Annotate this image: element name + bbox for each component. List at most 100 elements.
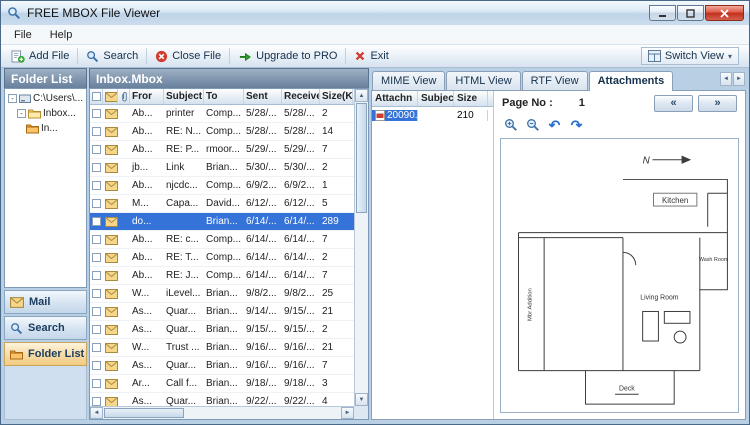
row-checkbox[interactable] xyxy=(90,145,103,154)
close-file-button[interactable]: Close File xyxy=(149,48,227,65)
email-row[interactable]: Ab... RE: N... Comp... 5/28/... 5/28/... 14 xyxy=(90,123,354,141)
zoom-in-button[interactable] xyxy=(502,117,519,133)
email-row[interactable]: do... Brian... 6/14/... 6/14/... 289 xyxy=(90,213,354,231)
row-checkbox[interactable] xyxy=(90,199,103,208)
row-checkbox[interactable] xyxy=(90,379,103,388)
scrollbar-thumb[interactable] xyxy=(104,408,184,418)
floorplan-north-label: N xyxy=(642,155,650,166)
undo-button[interactable]: ↶ xyxy=(546,117,563,133)
from-column-header[interactable]: Fror xyxy=(130,89,164,104)
attachment-subject-column-header[interactable]: Subject xyxy=(418,91,454,106)
close-button[interactable] xyxy=(705,5,744,21)
email-row[interactable]: Ab... RE: P... rmoor... 5/29/... 5/29/... 7 xyxy=(90,141,354,159)
tree-node[interactable]: - Inbox... xyxy=(5,106,86,121)
email-sent: 9/22/... xyxy=(246,396,277,406)
zoom-out-button[interactable] xyxy=(524,117,541,133)
tree-node[interactable]: In... xyxy=(5,121,86,136)
sent-column-header[interactable]: Sent xyxy=(244,89,282,104)
row-checkbox[interactable] xyxy=(90,253,103,262)
tab-mime-view[interactable]: MIME View xyxy=(372,71,446,90)
nav-mail-button[interactable]: Mail xyxy=(4,290,87,314)
email-row[interactable]: Ab... printer Comp... 5/28/... 5/28/... 2 xyxy=(90,105,354,123)
tree-node-label: In... xyxy=(41,123,58,134)
row-checkbox[interactable] xyxy=(90,289,103,298)
scroll-up-icon[interactable]: ▲ xyxy=(355,89,368,102)
row-checkbox[interactable] xyxy=(90,343,103,352)
row-checkbox[interactable] xyxy=(90,127,103,136)
attachment-column-header[interactable] xyxy=(118,89,130,104)
email-row[interactable]: M... Capa... David... 6/12/... 6/12/... 5 xyxy=(90,195,354,213)
email-row[interactable]: W... iLevel... Brian... 9/8/2... 9/8/2... 25 xyxy=(90,285,354,303)
email-row[interactable]: As... Quar... Brian... 9/22/... 9/22/... 4 xyxy=(90,393,354,406)
row-checkbox[interactable] xyxy=(90,397,103,406)
search-button[interactable]: Search xyxy=(80,48,144,65)
next-page-button[interactable]: » xyxy=(698,94,737,112)
tree-expander-icon[interactable]: - xyxy=(17,109,26,118)
horizontal-scrollbar[interactable]: ◄ ► xyxy=(90,406,354,419)
redo-button[interactable]: ↷ xyxy=(568,117,585,133)
email-row[interactable]: As... Quar... Brian... 9/14/... 9/15/... 21 xyxy=(90,303,354,321)
row-checkbox[interactable] xyxy=(90,361,103,370)
email-row[interactable]: W... Trust ... Brian... 9/16/... 9/16/... 21 xyxy=(90,339,354,357)
row-checkbox[interactable] xyxy=(90,163,103,172)
subject-column-header[interactable]: Subject xyxy=(164,89,204,104)
email-row[interactable]: Ab... RE: T... Comp... 6/14/... 6/14/... 2 xyxy=(90,249,354,267)
email-row[interactable]: Ar... Call f... Brian... 9/18/... 9/18/... 3 xyxy=(90,375,354,393)
envelope-column-header[interactable] xyxy=(103,89,118,104)
nav-folder-list-button[interactable]: Folder List xyxy=(4,342,87,366)
email-row[interactable]: Ab... njcdc... Comp... 6/9/2... 6/9/2... 1 xyxy=(90,177,354,195)
row-checkbox[interactable] xyxy=(90,325,103,334)
checkbox-icon xyxy=(92,217,101,226)
row-checkbox[interactable] xyxy=(90,307,103,316)
email-row[interactable]: As... Quar... Brian... 9/16/... 9/16/... 7 xyxy=(90,357,354,375)
add-file-button[interactable]: Add File xyxy=(5,47,75,65)
tree-node[interactable]: - C:\Users\... xyxy=(5,91,86,106)
email-row[interactable]: Ab... RE: c... Comp... 6/14/... 6/14/... 7 xyxy=(90,231,354,249)
row-checkbox[interactable] xyxy=(90,235,103,244)
checkbox-column-header[interactable] xyxy=(90,89,103,104)
tab-scroll-left-icon[interactable]: ◄ xyxy=(720,72,732,86)
prev-page-button[interactable]: « xyxy=(654,94,693,112)
attachment-name-column-header[interactable]: Attachn xyxy=(372,91,418,106)
scroll-down-icon[interactable]: ▼ xyxy=(355,393,368,406)
tab-html-view[interactable]: HTML View xyxy=(446,71,521,90)
email-row[interactable]: As... Quar... Brian... 9/15/... 9/15/... 2 xyxy=(90,321,354,339)
scrollbar-corner xyxy=(354,406,368,419)
row-checkbox[interactable] xyxy=(90,271,103,280)
envelope-icon xyxy=(103,396,118,406)
tree-expander-icon[interactable]: - xyxy=(8,94,17,103)
email-subject: printer xyxy=(166,108,195,119)
attachment-row[interactable]: 20090... 210 xyxy=(372,107,493,123)
folder-orange-icon xyxy=(10,349,23,360)
tab-scroll-right-icon[interactable]: ► xyxy=(733,72,745,86)
receive-column-header[interactable]: Receive xyxy=(282,89,320,104)
upgrade-to-pro-button[interactable]: Upgrade to PRO xyxy=(232,48,343,65)
tab-rtf-view[interactable]: RTF View xyxy=(521,71,588,90)
menu-file[interactable]: File xyxy=(5,27,41,43)
row-checkbox[interactable] xyxy=(90,217,103,226)
checkbox-icon xyxy=(92,307,101,316)
vertical-scrollbar[interactable]: ▲ ▼ xyxy=(354,89,368,406)
scroll-right-icon[interactable]: ► xyxy=(341,407,354,419)
to-column-header[interactable]: To xyxy=(204,89,244,104)
email-row[interactable]: jb... Link Brian... 5/30/... 5/30/... 2 xyxy=(90,159,354,177)
title-bar[interactable]: FREE MBOX File Viewer xyxy=(1,1,749,25)
attachment-size-column-header[interactable]: Size xyxy=(454,91,488,106)
menu-help[interactable]: Help xyxy=(41,27,82,43)
tab-attachments[interactable]: Attachments xyxy=(588,71,674,91)
nav-search-button[interactable]: Search xyxy=(4,316,87,340)
scrollbar-thumb[interactable] xyxy=(356,103,367,213)
attachment-name[interactable]: 20090... xyxy=(372,109,418,121)
scroll-left-icon[interactable]: ◄ xyxy=(90,407,103,419)
size-column-header[interactable]: Size(KB) xyxy=(320,89,353,104)
minimize-button[interactable] xyxy=(649,5,676,21)
email-row[interactable]: Ab... RE: J... Comp... 6/14/... 6/14/... 7 xyxy=(90,267,354,285)
nav-button-label: Mail xyxy=(29,296,51,308)
document-preview[interactable]: N Kitchen Living Room Wash Room Deck Mbr… xyxy=(500,138,739,413)
switch-view-button[interactable]: Switch View ▾ xyxy=(640,47,739,65)
row-checkbox[interactable] xyxy=(90,181,103,190)
email-to: Comp... xyxy=(206,252,242,263)
exit-button[interactable]: Exit xyxy=(348,48,394,64)
row-checkbox[interactable] xyxy=(90,109,103,118)
maximize-button[interactable] xyxy=(677,5,704,21)
